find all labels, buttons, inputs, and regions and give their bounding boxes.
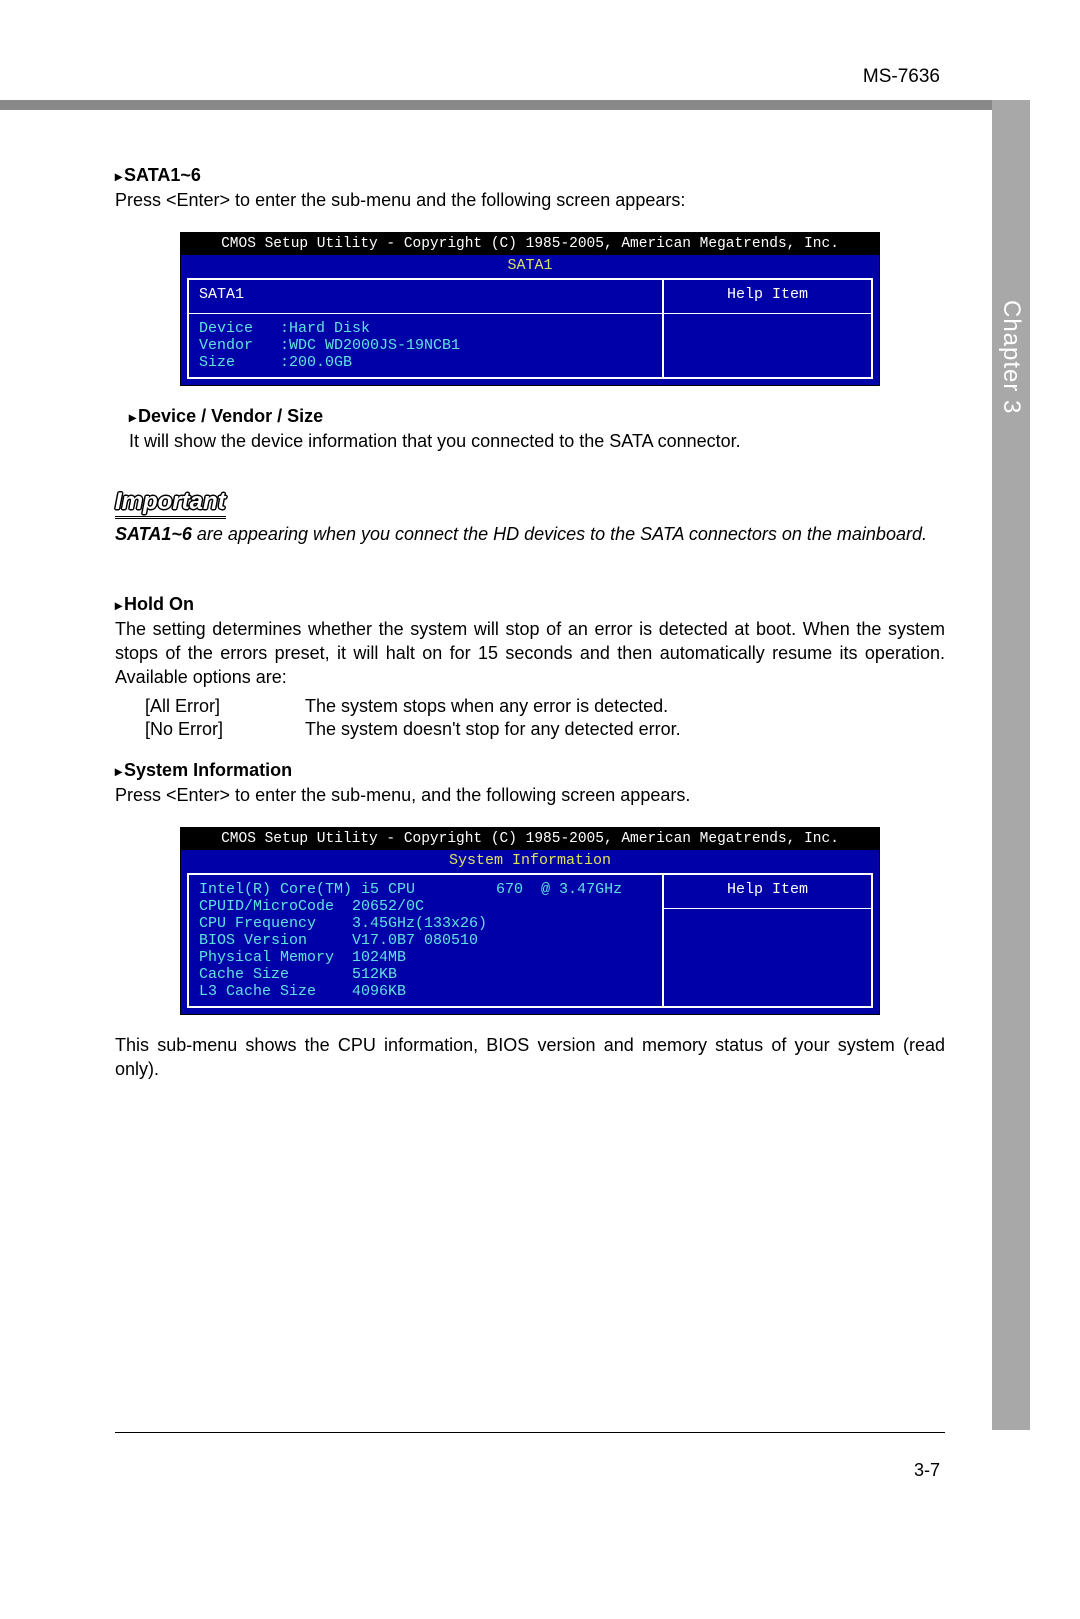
- important-rest: are appearing when you connect the HD de…: [192, 524, 927, 544]
- document-id: MS-7636: [863, 66, 940, 88]
- bios-left-header: SATA1: [199, 286, 652, 309]
- bios-divider: [664, 908, 871, 909]
- bios-row: Intel(R) Core(TM) i5 CPU 670 @ 3.47GHz: [199, 881, 652, 898]
- footer-rule: [115, 1432, 945, 1433]
- bios-row: BIOS Version V17.0B7 080510: [199, 932, 652, 949]
- chapter-tab: Chapter 3: [992, 100, 1030, 1430]
- bios-row: Cache Size 512KB: [199, 966, 652, 983]
- bios-divider: [189, 313, 662, 314]
- bios-left-panel: Intel(R) Core(TM) i5 CPU 670 @ 3.47GHz C…: [187, 873, 663, 1008]
- bios-right-header: Help Item: [674, 881, 861, 904]
- option-key: [All Error]: [145, 696, 305, 717]
- important-label: Important: [115, 488, 226, 519]
- important-lead: SATA1~6: [115, 524, 192, 544]
- bios-screenshot-sysinfo: CMOS Setup Utility - Copyright (C) 1985-…: [180, 827, 880, 1015]
- bios-screenshot-sata1: CMOS Setup Utility - Copyright (C) 1985-…: [180, 232, 880, 386]
- bios-row: CPUID/MicroCode 20652/0C: [199, 898, 652, 915]
- bios-row: Size :200.0GB: [199, 354, 652, 371]
- bios-right-header: Help Item: [674, 286, 861, 309]
- text-submenu-desc: This sub-menu shows the CPU information,…: [115, 1033, 945, 1082]
- heading-system-info: System Information: [115, 760, 945, 781]
- heading-sata16: SATA1~6: [115, 165, 945, 186]
- bios-subtitle: System Information: [181, 850, 879, 873]
- text-sata16: Press <Enter> to enter the sub-menu and …: [115, 188, 945, 212]
- bios-left-panel: SATA1 Device :Hard Disk Vendor :WDC WD20…: [187, 278, 663, 379]
- bios-title: CMOS Setup Utility - Copyright (C) 1985-…: [181, 828, 879, 850]
- bios-row: Vendor :WDC WD2000JS-19NCB1: [199, 337, 652, 354]
- bios-right-panel: Help Item: [663, 873, 873, 1008]
- bios-row: CPU Frequency 3.45GHz(133x26): [199, 915, 652, 932]
- heading-device-vendor-size: Device / Vendor / Size: [129, 406, 945, 427]
- text-system-info: Press <Enter> to enter the sub-menu, and…: [115, 783, 945, 807]
- heading-hold-on: Hold On: [115, 594, 945, 615]
- bios-row: Device :Hard Disk: [199, 320, 652, 337]
- option-row: [No Error] The system doesn't stop for a…: [145, 719, 945, 740]
- bios-divider: [664, 313, 871, 314]
- bios-title: CMOS Setup Utility - Copyright (C) 1985-…: [181, 233, 879, 255]
- important-note: SATA1~6 are appearing when you connect t…: [115, 522, 945, 546]
- chapter-tab-label: Chapter 3: [997, 300, 1025, 414]
- page-content: SATA1~6 Press <Enter> to enter the sub-m…: [115, 145, 945, 1088]
- bios-right-panel: Help Item: [663, 278, 873, 379]
- option-val: The system doesn't stop for any detected…: [305, 719, 945, 740]
- bios-subtitle: SATA1: [181, 255, 879, 278]
- bios-row: L3 Cache Size 4096KB: [199, 983, 652, 1000]
- page-number: 3-7: [914, 1460, 940, 1481]
- option-key: [No Error]: [145, 719, 305, 740]
- bios-row: Physical Memory 1024MB: [199, 949, 652, 966]
- text-device-vendor-size: It will show the device information that…: [129, 429, 945, 453]
- option-val: The system stops when any error is detec…: [305, 696, 945, 717]
- text-hold-on: The setting determines whether the syste…: [115, 617, 945, 690]
- option-row: [All Error] The system stops when any er…: [145, 696, 945, 717]
- header-bar: [0, 100, 1024, 110]
